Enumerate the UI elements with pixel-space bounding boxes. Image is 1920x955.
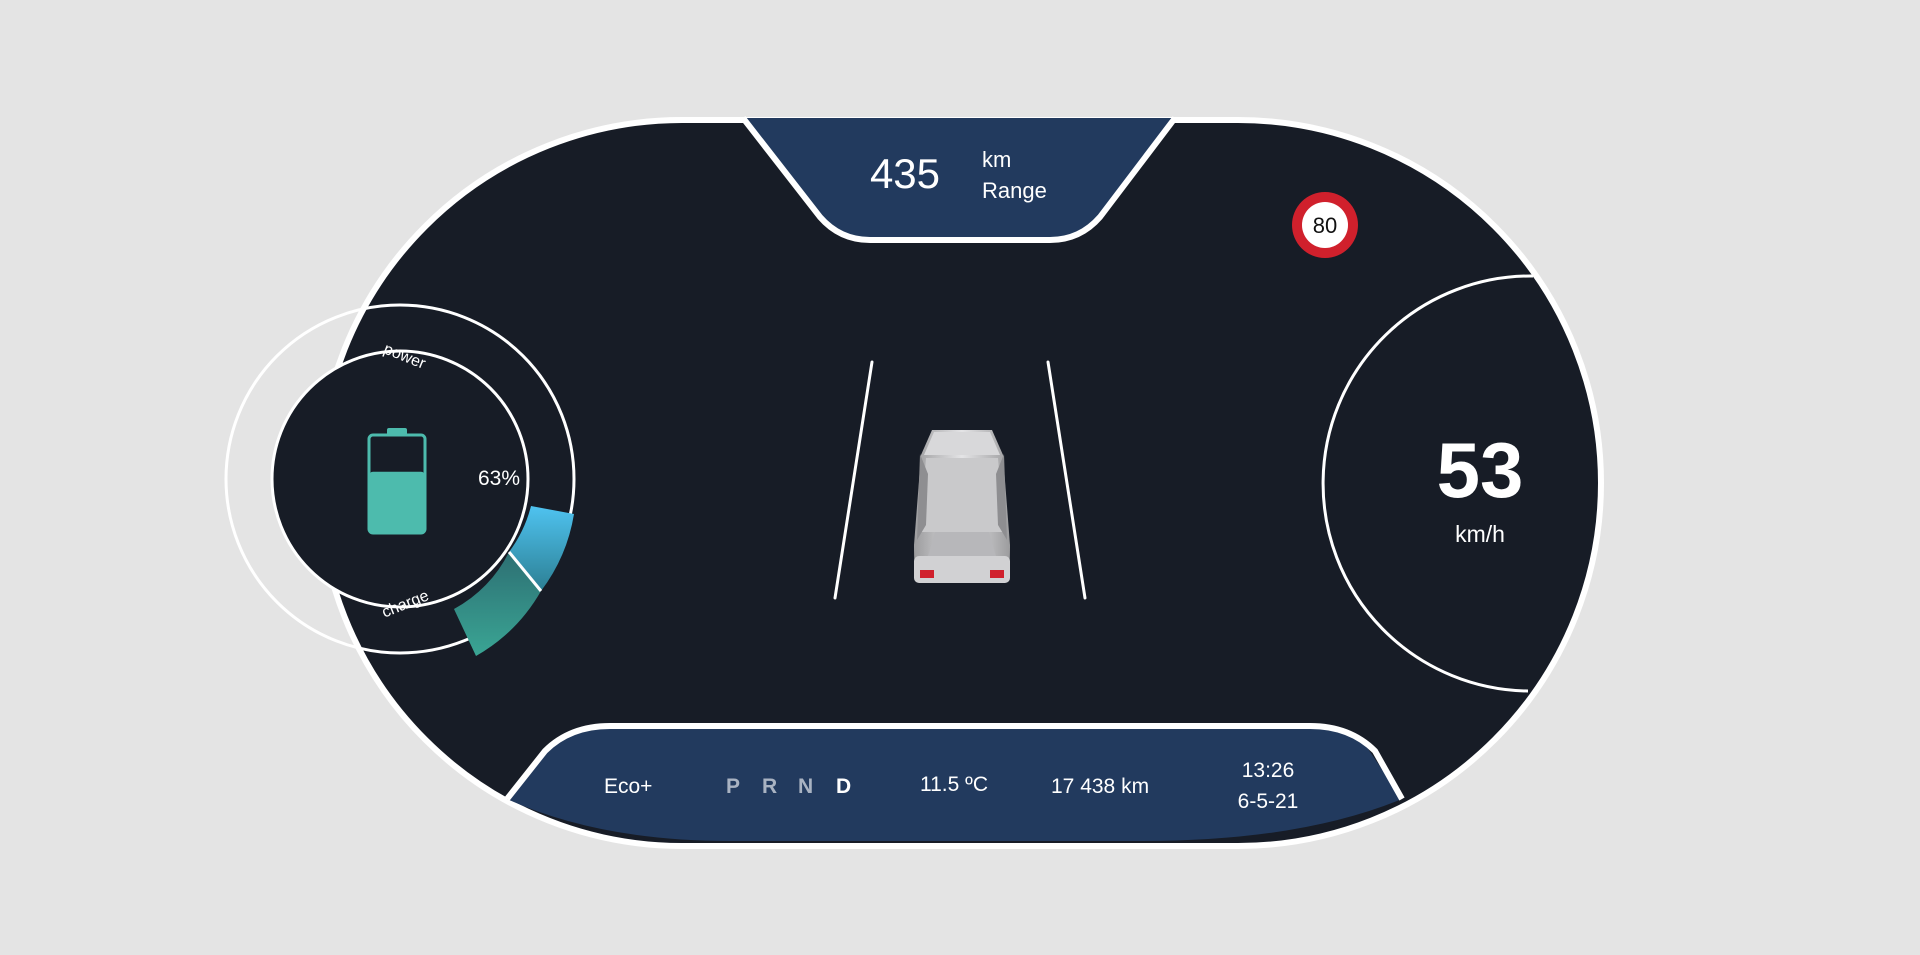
- speed-value: 53: [1436, 426, 1524, 514]
- instrument-cluster: [224, 116, 1604, 849]
- range-value: 435: [869, 150, 941, 197]
- gear-d[interactable]: D: [836, 775, 851, 799]
- gear-r[interactable]: R: [762, 775, 777, 799]
- battery-icon: [367, 428, 427, 535]
- clock-time: 13:26: [1241, 759, 1295, 782]
- battery-percent: 63%: [478, 467, 521, 490]
- gear-p[interactable]: P: [726, 775, 740, 799]
- date: 6-5-21: [1237, 790, 1299, 813]
- car-rear-view-icon: [914, 430, 1010, 583]
- speed-unit: km/h: [1455, 521, 1505, 547]
- instrument-cluster-screen: 435 km Range 80 53 km/h 63% power charge…: [0, 0, 1920, 955]
- outside-temperature: 11.5 ºC: [920, 773, 988, 796]
- range-unit: km: [982, 147, 1012, 172]
- speed-limit-value: 80: [1312, 213, 1338, 238]
- range-label: Range: [982, 178, 1047, 203]
- drive-mode-button[interactable]: Eco+: [604, 775, 652, 799]
- odometer: 17 438 km: [1051, 775, 1150, 798]
- gear-n[interactable]: N: [798, 775, 813, 799]
